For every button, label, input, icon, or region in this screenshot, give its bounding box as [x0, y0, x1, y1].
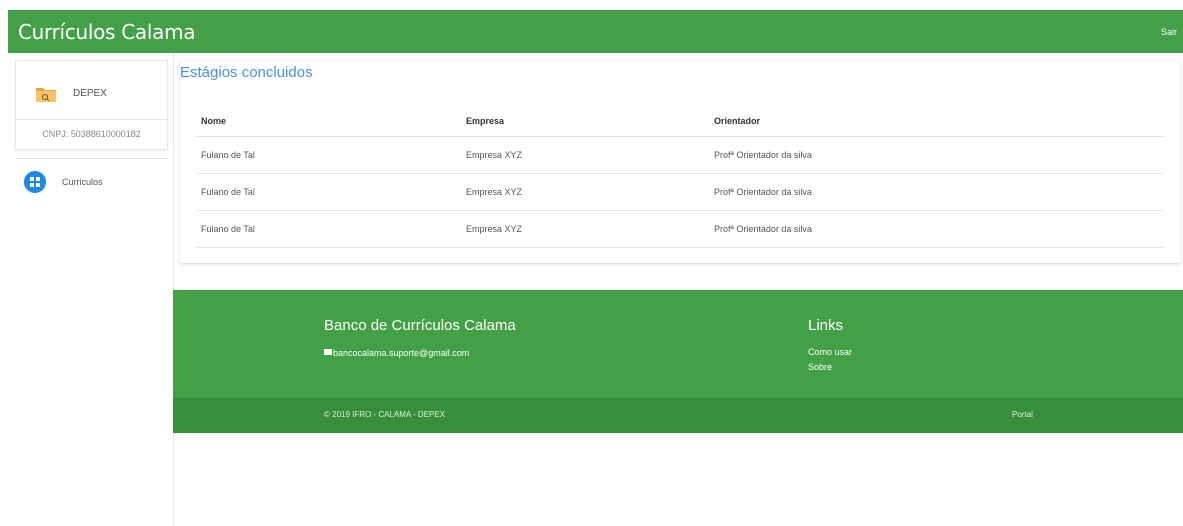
profile-cnpj: CNPJ: 50388610000182 — [42, 129, 141, 139]
footer: Banco de Currículos Calama bancocalama.s… — [173, 290, 1183, 398]
cell-empresa: Empresa XYZ — [462, 136, 710, 174]
table-row: Fulano de Tal Empresa XYZ Profª Orientad… — [197, 210, 1163, 248]
cell-orientador: Profª Orientador da silva — [710, 210, 1163, 248]
portal-link[interactable]: Portal — [1012, 410, 1033, 419]
cell-nome: Fulano de Tal — [197, 210, 462, 248]
completed-internships-card: Estágios concluidos Nome Empresa Orienta… — [180, 60, 1180, 263]
grid-icon — [24, 171, 46, 193]
cell-orientador: Profª Orientador da silva — [710, 173, 1163, 211]
table-row: Fulano de Tal Empresa XYZ Profª Orientad… — [197, 136, 1163, 174]
column-header-orientador: Orientador — [710, 106, 1163, 137]
cell-orientador: Profª Orientador da silva — [710, 136, 1163, 174]
profile-divider — [16, 119, 167, 120]
cell-empresa: Empresa XYZ — [462, 210, 710, 248]
copyright-text: © 2019 IFRO - CALAMA - DEPEX — [324, 410, 446, 419]
cell-nome: Fulano de Tal — [197, 173, 462, 211]
footer-links-title: Links — [808, 317, 844, 334]
profile-card: DEPEX CNPJ: 50388610000182 — [15, 60, 168, 150]
footer-title: Banco de Currículos Calama — [324, 317, 516, 334]
sidebar-item-curriculos[interactable]: Curriculos — [24, 171, 164, 195]
footer-email-text: bancocalama.suporte@gmail.com — [333, 348, 470, 358]
folder-icon — [36, 88, 56, 102]
table-header-row: Nome Empresa Orientador — [197, 106, 1163, 137]
cell-empresa: Empresa XYZ — [462, 173, 710, 211]
footer-email: bancocalama.suporte@gmail.com — [324, 348, 469, 358]
profile-name: DEPEX — [73, 88, 107, 99]
sidebar-divider — [15, 158, 168, 159]
column-header-nome: Nome — [197, 106, 462, 137]
footer-link-como-usar[interactable]: Como usar — [808, 347, 852, 357]
top-navbar: Currículos Calama Sair — [8, 10, 1183, 53]
page-title: Estágios concluidos — [180, 64, 313, 81]
sidebar: DEPEX CNPJ: 50388610000182 Curriculos — [8, 53, 173, 526]
mail-icon — [324, 349, 332, 355]
footer-bottom-bar: © 2019 IFRO - CALAMA - DEPEX Portal — [173, 398, 1183, 433]
cell-nome: Fulano de Tal — [197, 136, 462, 174]
column-header-empresa: Empresa — [462, 106, 710, 137]
internships-table: Nome Empresa Orientador Fulano de Tal Em… — [197, 106, 1163, 248]
logout-link[interactable]: Sair — [1161, 27, 1177, 37]
brand-title[interactable]: Currículos Calama — [18, 20, 196, 44]
table-row: Fulano de Tal Empresa XYZ Profª Orientad… — [197, 173, 1163, 211]
sidebar-item-label: Curriculos — [62, 177, 103, 187]
footer-link-sobre[interactable]: Sobre — [808, 362, 832, 372]
